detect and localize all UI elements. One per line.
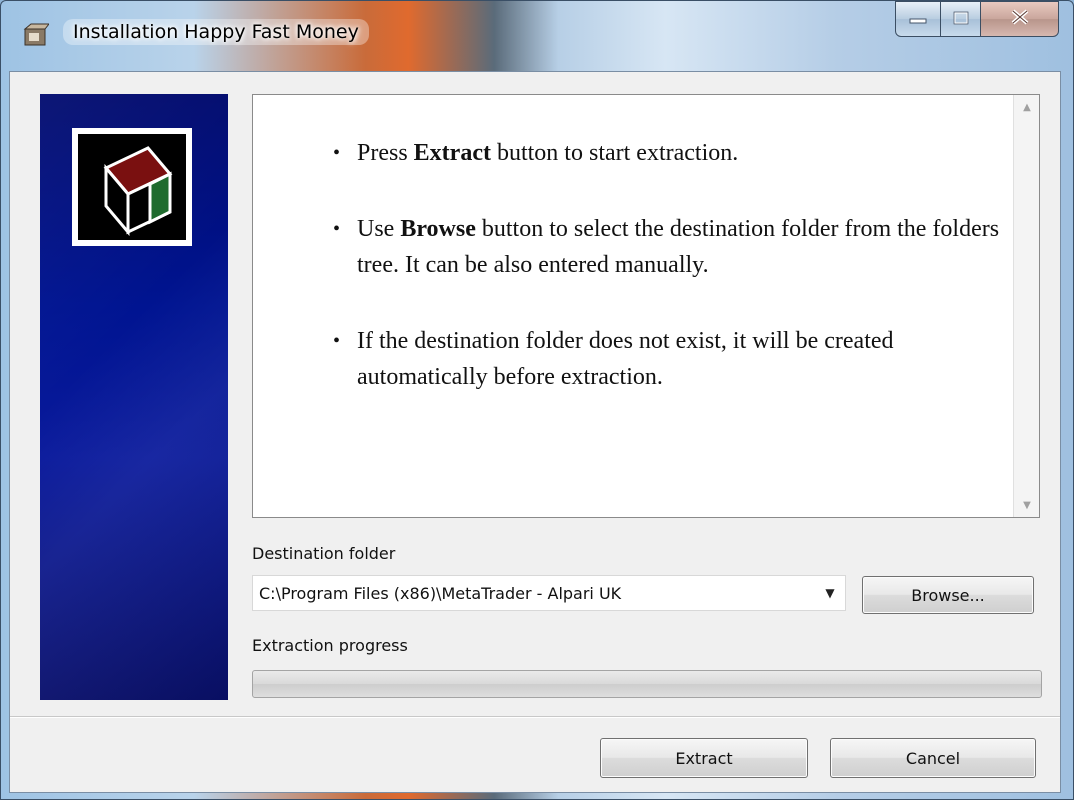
extract-button[interactable]: Extract [600,738,808,778]
instruction-bold: Browse [400,216,476,242]
instruction-item: Use Browse button to select the destinat… [253,211,1013,283]
close-button[interactable] [981,1,1059,37]
destination-folder-combobox[interactable]: C:\Program Files (x86)\MetaTrader - Alpa… [252,575,846,611]
package-logo [72,128,192,246]
minimize-icon [909,10,927,29]
caption-buttons [895,1,1059,39]
cancel-button-label: Cancel [905,748,961,768]
window-title: Installation Happy Fast Money [63,19,369,45]
dialog-client-area: Press Extract button to start extraction… [9,71,1061,793]
destination-label: Destination folder [252,544,396,563]
chevron-down-icon: ▼ [1023,499,1031,511]
progress-label: Extraction progress [252,636,408,655]
instruction-item: Press Extract button to start extraction… [253,135,1013,171]
browse-button-label: Browse... [911,585,985,605]
instruction-pre: Use [357,216,401,242]
side-banner [40,94,228,700]
instruction-item: If the destination folder does not exist… [253,323,1013,395]
instruction-pre: Press [357,140,414,166]
instruction-bold: Extract [413,140,491,166]
installer-app-icon [23,23,51,47]
minimize-button[interactable] [895,1,941,37]
instruction-post: button to start extraction. [490,140,739,166]
scroll-up-button[interactable]: ▲ [1014,95,1040,119]
close-icon [1010,9,1030,29]
extract-button-label: Extract [675,748,733,768]
instructions-list: Press Extract button to start extraction… [253,135,1013,435]
package-box-icon [78,134,186,240]
vertical-scrollbar[interactable]: ▲ ▼ [1013,95,1039,517]
instruction-text: If the destination folder does not exist… [357,328,894,390]
maximize-button[interactable] [941,1,981,37]
maximize-icon [953,10,969,29]
cancel-button[interactable]: Cancel [830,738,1036,778]
instructions-panel[interactable]: Press Extract button to start extraction… [252,94,1040,518]
dropdown-arrow-icon[interactable]: ▼ [815,586,845,600]
dialog-footer: Extract Cancel [10,718,1060,792]
chevron-up-icon: ▲ [1023,101,1031,113]
title-bar[interactable]: Installation Happy Fast Money [1,1,1074,71]
extraction-progress-bar [252,670,1042,698]
browse-button[interactable]: Browse... [862,576,1034,614]
scroll-down-button[interactable]: ▼ [1014,493,1040,517]
destination-folder-value[interactable]: C:\Program Files (x86)\MetaTrader - Alpa… [253,584,815,603]
installer-window: Installation Happy Fast Money • Press Ex… [0,0,1074,800]
